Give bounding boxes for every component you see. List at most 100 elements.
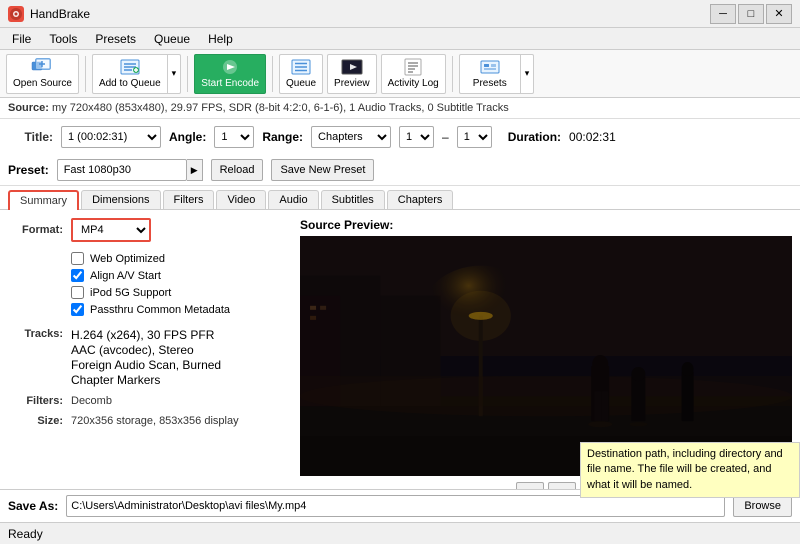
source-info: Source: my 720x480 (853x480), 29.97 FPS,… [0, 98, 800, 119]
angle-select[interactable]: 1 [214, 126, 254, 148]
save-bar: Save As: Browse Destination path, includ… [0, 489, 800, 522]
ipod-checkbox[interactable] [71, 286, 84, 299]
source-label: Source: [8, 102, 49, 114]
web-optimized-checkbox[interactable] [71, 252, 84, 265]
status-text: Ready [8, 527, 43, 541]
menu-presets[interactable]: Presets [87, 30, 144, 48]
maximize-button[interactable]: □ [738, 4, 764, 24]
web-optimized-row: Web Optimized [71, 250, 292, 267]
title-select[interactable]: 1 (00:02:31) [61, 126, 161, 148]
tracks-line-4: Chapter Markers [71, 373, 221, 387]
passthru-row: Passthru Common Metadata [71, 301, 292, 318]
preview-label: Source Preview: [300, 218, 792, 232]
activity-log-icon [402, 58, 424, 76]
range-to-select[interactable]: 1 [457, 126, 492, 148]
ipod-row: iPod 5G Support [71, 284, 292, 301]
source-value: my 720x480 (853x480), 29.97 FPS, SDR (8-… [52, 102, 509, 114]
format-row: Format: MP4 MKV WebM [8, 218, 292, 242]
tracks-section: Tracks: H.264 (x264), 30 FPS PFR AAC (av… [8, 328, 292, 387]
toolbar-separator-3 [272, 56, 273, 92]
tab-summary[interactable]: Summary [8, 190, 79, 210]
tab-video[interactable]: Video [216, 190, 266, 209]
angle-label: Angle: [169, 130, 206, 144]
open-source-button[interactable]: Open Source [6, 54, 79, 94]
preview-label: Preview [334, 78, 370, 89]
tracks-values: H.264 (x264), 30 FPS PFR AAC (avcodec), … [71, 328, 221, 387]
menu-queue[interactable]: Queue [146, 30, 198, 48]
range-from-select[interactable]: 1 [399, 126, 434, 148]
range-separator: – [442, 130, 449, 144]
tab-chapters[interactable]: Chapters [387, 190, 454, 209]
title-row: Title: 1 (00:02:31) Angle: 1 Range: Chap… [8, 123, 792, 151]
web-optimized-label: Web Optimized [90, 253, 165, 265]
open-source-label: Open Source [13, 78, 72, 89]
presets-main[interactable]: Presets [460, 55, 520, 93]
toolbar-separator-4 [452, 56, 453, 92]
minimize-button[interactable]: ─ [710, 4, 736, 24]
preview-image: Preview 2 of 10 [300, 236, 792, 476]
ipod-label: iPod 5G Support [90, 287, 171, 299]
preset-value: Fast 1080p30 [57, 159, 187, 181]
app-title: HandBrake [30, 7, 90, 21]
tab-audio[interactable]: Audio [268, 190, 318, 209]
tab-dimensions[interactable]: Dimensions [81, 190, 160, 209]
checkboxes-area: Web Optimized Align A/V Start iPod 5G Su… [8, 250, 292, 318]
save-label: Save As: [8, 499, 58, 513]
menu-help[interactable]: Help [200, 30, 241, 48]
menubar: File Tools Presets Queue Help [0, 28, 800, 50]
status-bar: Ready [0, 522, 800, 544]
tabs: Summary Dimensions Filters Video Audio S… [0, 186, 800, 210]
titlebar-controls: ─ □ ✕ [710, 4, 792, 24]
titlebar-left: HandBrake [8, 6, 90, 22]
preset-label: Preset: [8, 163, 49, 177]
tracks-line-2: AAC (avcodec), Stereo [71, 343, 221, 357]
save-new-preset-button[interactable]: Save New Preset [271, 159, 374, 181]
toolbar: Open Source Add to Queue ▾ [0, 50, 800, 98]
align-av-label: Align A/V Start [90, 270, 161, 282]
tracks-label: Tracks: [8, 328, 63, 340]
format-label: Format: [8, 224, 63, 236]
queue-icon [290, 58, 312, 76]
start-encode-icon [219, 58, 241, 76]
toolbar-separator-1 [85, 56, 86, 92]
preview-icon [341, 58, 363, 76]
range-select[interactable]: Chapters [311, 126, 391, 148]
presets-button[interactable]: Presets ▾ [459, 54, 535, 94]
tracks-line-1: H.264 (x264), 30 FPS PFR [71, 328, 221, 342]
preset-arrow-button[interactable]: ▶ [187, 159, 203, 181]
add-to-queue-icon [119, 58, 141, 76]
titlebar: HandBrake ─ □ ✕ [0, 0, 800, 28]
title-area: Title: 1 (00:02:31) Angle: 1 Range: Chap… [0, 119, 800, 155]
start-encode-button[interactable]: Start Encode [194, 54, 266, 94]
preview-button[interactable]: Preview [327, 54, 377, 94]
range-label: Range: [262, 130, 303, 144]
size-section: Size: 720x356 storage, 853x356 display [8, 415, 292, 427]
size-value: 720x356 storage, 853x356 display [71, 415, 239, 427]
passthru-label: Passthru Common Metadata [90, 304, 230, 316]
filters-label: Filters: [8, 395, 63, 407]
menu-file[interactable]: File [4, 30, 39, 48]
filters-section: Filters: Decomb [8, 395, 292, 407]
left-panel: Format: MP4 MKV WebM Web Optimized Align… [0, 210, 300, 514]
queue-label: Queue [286, 78, 316, 89]
reload-button[interactable]: Reload [211, 159, 264, 181]
duration-value: 00:02:31 [569, 130, 616, 144]
save-path-input[interactable] [66, 495, 725, 517]
add-to-queue-arrow[interactable]: ▾ [167, 55, 181, 93]
presets-arrow[interactable]: ▾ [520, 55, 534, 93]
tab-subtitles[interactable]: Subtitles [321, 190, 385, 209]
tab-filters[interactable]: Filters [163, 190, 215, 209]
preset-bar: Preset: Fast 1080p30 ▶ Reload Save New P… [0, 155, 800, 186]
add-to-queue-button[interactable]: Add to Queue ▾ [92, 54, 181, 94]
browse-button[interactable]: Browse [733, 495, 792, 517]
passthru-checkbox[interactable] [71, 303, 84, 316]
duration-label: Duration: [508, 130, 561, 144]
close-button[interactable]: ✕ [766, 4, 792, 24]
format-select[interactable]: MP4 MKV WebM [71, 218, 151, 242]
align-av-checkbox[interactable] [71, 269, 84, 282]
add-to-queue-main[interactable]: Add to Queue [93, 55, 167, 93]
add-to-queue-label: Add to Queue [99, 78, 161, 89]
activity-log-button[interactable]: Activity Log [381, 54, 446, 94]
menu-tools[interactable]: Tools [41, 30, 85, 48]
queue-button[interactable]: Queue [279, 54, 323, 94]
